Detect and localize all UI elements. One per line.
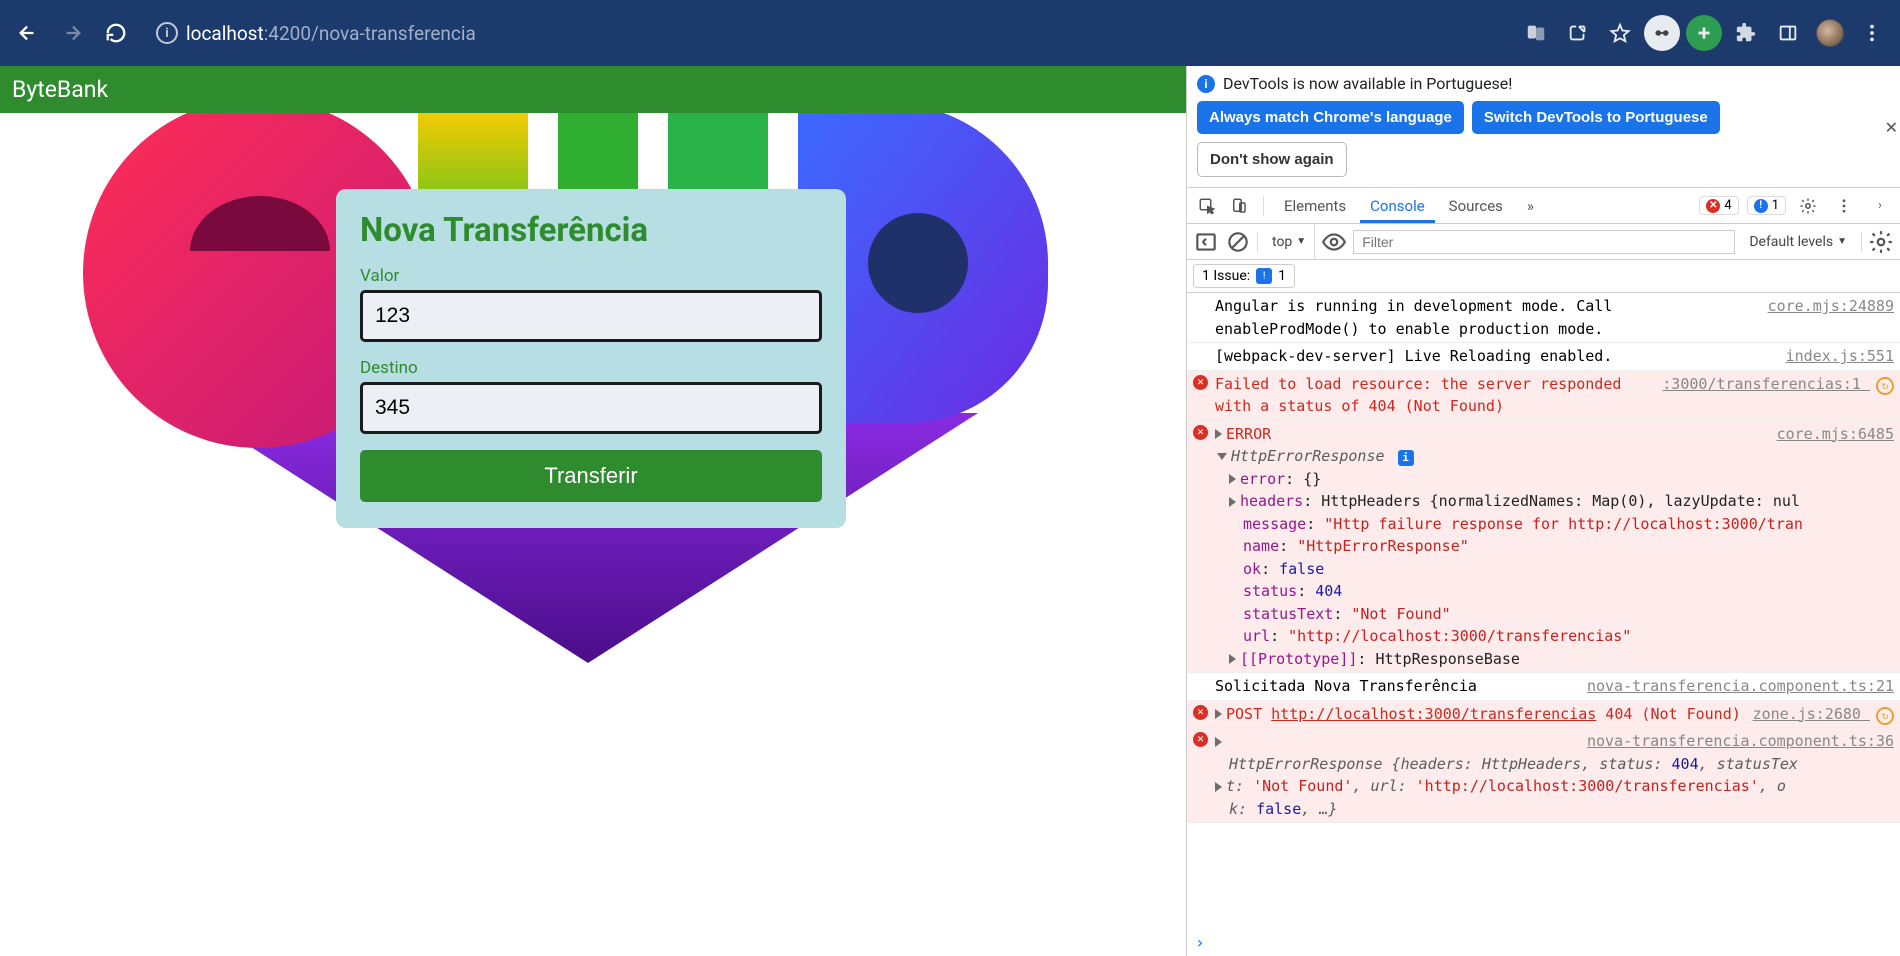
- devtools-tabbar: Elements Console Sources » ✕4 !1 ›: [1187, 188, 1900, 224]
- share-icon[interactable]: [1560, 15, 1596, 51]
- log-entry-error-expanded[interactable]: ✕ nova-transferencia.component.ts:36 Htt…: [1187, 728, 1900, 823]
- url-path: /nova-transferencia: [311, 22, 476, 45]
- tab-elements[interactable]: Elements: [1274, 188, 1356, 223]
- clear-console-icon[interactable]: [1225, 229, 1251, 255]
- log-entry-error[interactable]: ✕ Failed to load resource: the server re…: [1187, 371, 1900, 421]
- dont-show-button[interactable]: Don't show again: [1197, 142, 1347, 177]
- transfer-card: Nova Transferência Valor Destino Transfe…: [336, 189, 846, 528]
- extension-minion-icon[interactable]: [1644, 15, 1680, 51]
- source-link[interactable]: core.mjs:24889: [1758, 295, 1894, 340]
- back-button[interactable]: [10, 15, 46, 51]
- page-viewport: ByteBank Nova Tran: [0, 66, 1186, 956]
- source-link[interactable]: zone.js:2680 ↻: [1743, 703, 1894, 726]
- close-devtools-icon[interactable]: ›: [1866, 192, 1894, 220]
- tab-console[interactable]: Console: [1360, 188, 1435, 223]
- app-title: ByteBank: [12, 76, 108, 103]
- url-port: :4200: [264, 22, 311, 45]
- console-toolbar: top ▼ Default levels ▼: [1187, 224, 1900, 260]
- error-icon: ✕: [1193, 705, 1208, 720]
- browser-toolbar: i localhost:4200/nova-transferencia: [0, 0, 1900, 66]
- source-link[interactable]: nova-transferencia.component.ts:21: [1577, 675, 1894, 698]
- retry-icon[interactable]: ↻: [1876, 377, 1894, 395]
- tab-sources[interactable]: Sources: [1439, 188, 1513, 223]
- bookmark-icon[interactable]: [1602, 15, 1638, 51]
- card-title: Nova Transferência: [360, 211, 822, 250]
- retry-icon[interactable]: ↻: [1876, 707, 1894, 725]
- extension-plus-icon[interactable]: [1686, 15, 1722, 51]
- devtools-panel: i DevTools is now available in Portugues…: [1186, 66, 1900, 956]
- address-bar[interactable]: i localhost:4200/nova-transferencia: [142, 13, 1500, 53]
- valor-label: Valor: [360, 266, 822, 286]
- errors-badge[interactable]: ✕4: [1699, 196, 1738, 215]
- log-entry-error-expanded[interactable]: ✕ core.mjs:6485 ERROR HttpErrorResponse …: [1187, 421, 1900, 674]
- transferir-button[interactable]: Transferir: [360, 450, 822, 502]
- console-filter-input[interactable]: [1353, 230, 1735, 254]
- devtools-menu-icon[interactable]: [1830, 192, 1858, 220]
- log-entry[interactable]: Solicitada Nova Transferência nova-trans…: [1187, 673, 1900, 701]
- url-host: localhost: [186, 22, 264, 45]
- reload-button[interactable]: [98, 15, 134, 51]
- infobar-text: DevTools is now available in Portuguese!: [1223, 74, 1512, 93]
- translate-icon[interactable]: [1518, 15, 1554, 51]
- devtools-infobar: i DevTools is now available in Portugues…: [1187, 66, 1900, 188]
- error-icon: ✕: [1193, 375, 1208, 390]
- log-levels-selector[interactable]: Default levels ▼: [1741, 234, 1855, 250]
- source-link[interactable]: core.mjs:6485: [1777, 423, 1894, 446]
- side-panel-icon[interactable]: [1770, 15, 1806, 51]
- destino-label: Destino: [360, 358, 822, 378]
- destino-input[interactable]: [360, 382, 822, 434]
- context-selector[interactable]: top ▼: [1264, 224, 1315, 259]
- site-info-icon[interactable]: i: [156, 22, 178, 44]
- extensions-icon[interactable]: [1728, 15, 1764, 51]
- log-entry[interactable]: [webpack-dev-server] Live Reloading enab…: [1187, 343, 1900, 371]
- settings-icon[interactable]: [1794, 192, 1822, 220]
- log-entry-error[interactable]: ✕ POST http://localhost:3000/transferenc…: [1187, 701, 1900, 729]
- error-icon: ✕: [1193, 425, 1208, 440]
- error-icon: ✕: [1193, 732, 1208, 747]
- console-log-area[interactable]: Angular is running in development mode. …: [1187, 293, 1900, 929]
- inspect-icon[interactable]: [1193, 192, 1221, 220]
- switch-language-button[interactable]: Switch DevTools to Portuguese: [1472, 101, 1720, 134]
- console-input[interactable]: ›: [1187, 929, 1900, 956]
- profile-avatar[interactable]: [1812, 15, 1848, 51]
- console-sidebar-icon[interactable]: [1193, 229, 1219, 255]
- console-settings-icon[interactable]: [1868, 229, 1894, 255]
- infobar-close-icon[interactable]: ✕: [1885, 118, 1898, 137]
- source-link[interactable]: nova-transferencia.component.ts:36: [1587, 730, 1894, 753]
- live-expression-icon[interactable]: [1321, 229, 1347, 255]
- issues-bar: 1 Issue: ! 1: [1187, 260, 1900, 293]
- valor-input[interactable]: [360, 290, 822, 342]
- source-link[interactable]: :3000/transferencias:1 ↻: [1652, 373, 1894, 418]
- source-link[interactable]: index.js:551: [1776, 345, 1894, 368]
- device-icon[interactable]: [1225, 192, 1253, 220]
- app-header: ByteBank: [0, 66, 1186, 113]
- issues-badge[interactable]: !1: [1747, 196, 1786, 215]
- always-match-button[interactable]: Always match Chrome's language: [1197, 101, 1464, 134]
- issues-chip[interactable]: 1 Issue: ! 1: [1193, 264, 1295, 288]
- chrome-menu-icon[interactable]: [1854, 15, 1890, 51]
- forward-button[interactable]: [54, 15, 90, 51]
- tab-more[interactable]: »: [1517, 188, 1544, 223]
- log-entry[interactable]: Angular is running in development mode. …: [1187, 293, 1900, 343]
- info-pill-icon[interactable]: i: [1398, 450, 1414, 466]
- info-icon: i: [1197, 75, 1215, 93]
- chrome-actions: [1508, 15, 1890, 51]
